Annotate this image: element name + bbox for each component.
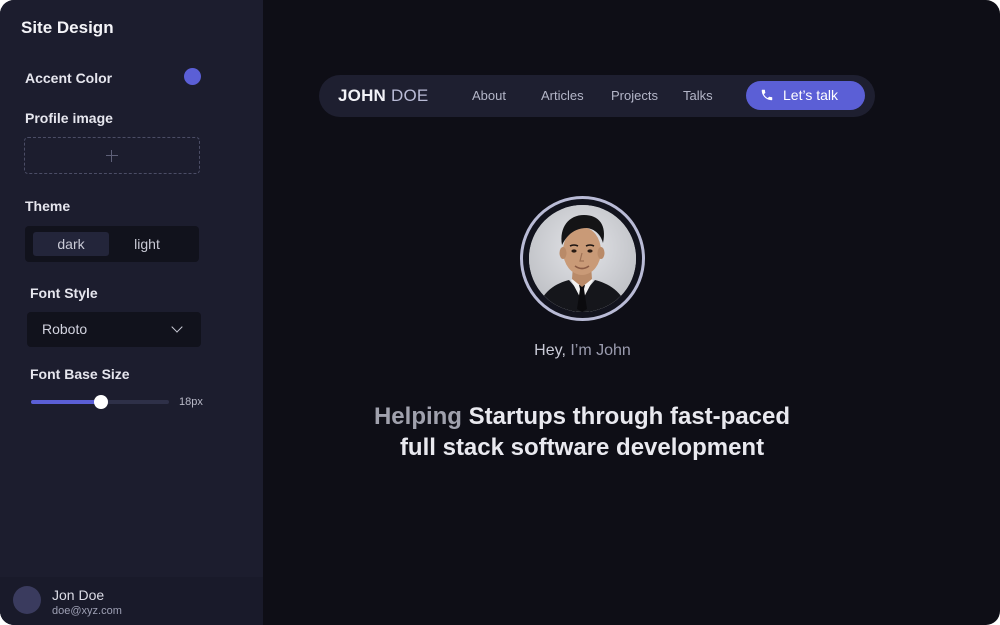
brand-logo[interactable]: JOHN DOE [338,86,428,106]
user-bar[interactable]: Jon Doe doe@xyz.com [0,577,263,625]
profile-photo-illustration [529,205,636,312]
user-name: Jon Doe [52,587,105,603]
headline-highlight: Startups [468,403,566,430]
chevron-down-icon [171,321,183,333]
slider-thumb[interactable] [94,395,108,409]
phone-icon [761,89,773,101]
nav-link-about[interactable]: About [472,88,506,103]
font-size-value: 18px [179,396,203,408]
app-window: Site Design Accent Color Profile image T… [0,0,1000,625]
sidebar-title: Site Design [21,18,114,37]
headline-word: Helping [373,403,462,430]
headline-highlight: fast-paced [669,403,791,430]
font-size-label: Font Base Size [30,366,130,382]
profile-image-label: Profile image [25,110,113,126]
theme-option-light[interactable]: light [109,232,185,256]
theme-option-dark[interactable]: dark [33,232,109,256]
headline-highlight: through [572,403,664,430]
headline-highlight: software [510,434,610,461]
font-size-slider[interactable] [31,395,169,409]
slider-fill [31,400,101,404]
lets-talk-button[interactable]: Let’s talk [746,81,865,110]
greeting-name: I’m John [570,342,631,359]
theme-label: Theme [25,198,71,214]
font-style-label: Font Style [30,285,98,301]
profile-image-upload[interactable] [24,137,200,174]
accent-color-swatch[interactable] [184,68,201,85]
nav-link-talks[interactable]: Talks [683,88,713,103]
accent-color-label: Accent Color [25,70,113,86]
nav-link-articles[interactable]: Articles [541,88,584,103]
user-email: doe@xyz.com [52,605,122,617]
brand-first-name: JOHN [338,86,387,105]
sidebar: Site Design Accent Color Profile image T… [0,0,263,625]
brand-last-name: DOE [390,86,429,105]
lets-talk-label: Let’s talk [783,87,838,103]
avatar[interactable] [13,586,41,614]
hero-greeting: Hey, I’m John [0,342,1000,360]
profile-photo [529,205,636,312]
hero-headline: Helping Startups through fast-paced full… [282,401,882,463]
theme-toggle: dark light [25,226,199,262]
plus-icon [106,149,118,162]
profile-photo-frame [520,196,645,321]
preview-navbar: JOHN DOE About Articles Projects Talks L… [319,75,875,117]
greeting-prefix: Hey, [534,342,566,359]
nav-link-projects[interactable]: Projects [611,88,658,103]
headline-highlight: full stack [399,434,504,461]
headline-highlight: development [616,434,765,461]
font-style-value: Roboto [42,321,88,337]
